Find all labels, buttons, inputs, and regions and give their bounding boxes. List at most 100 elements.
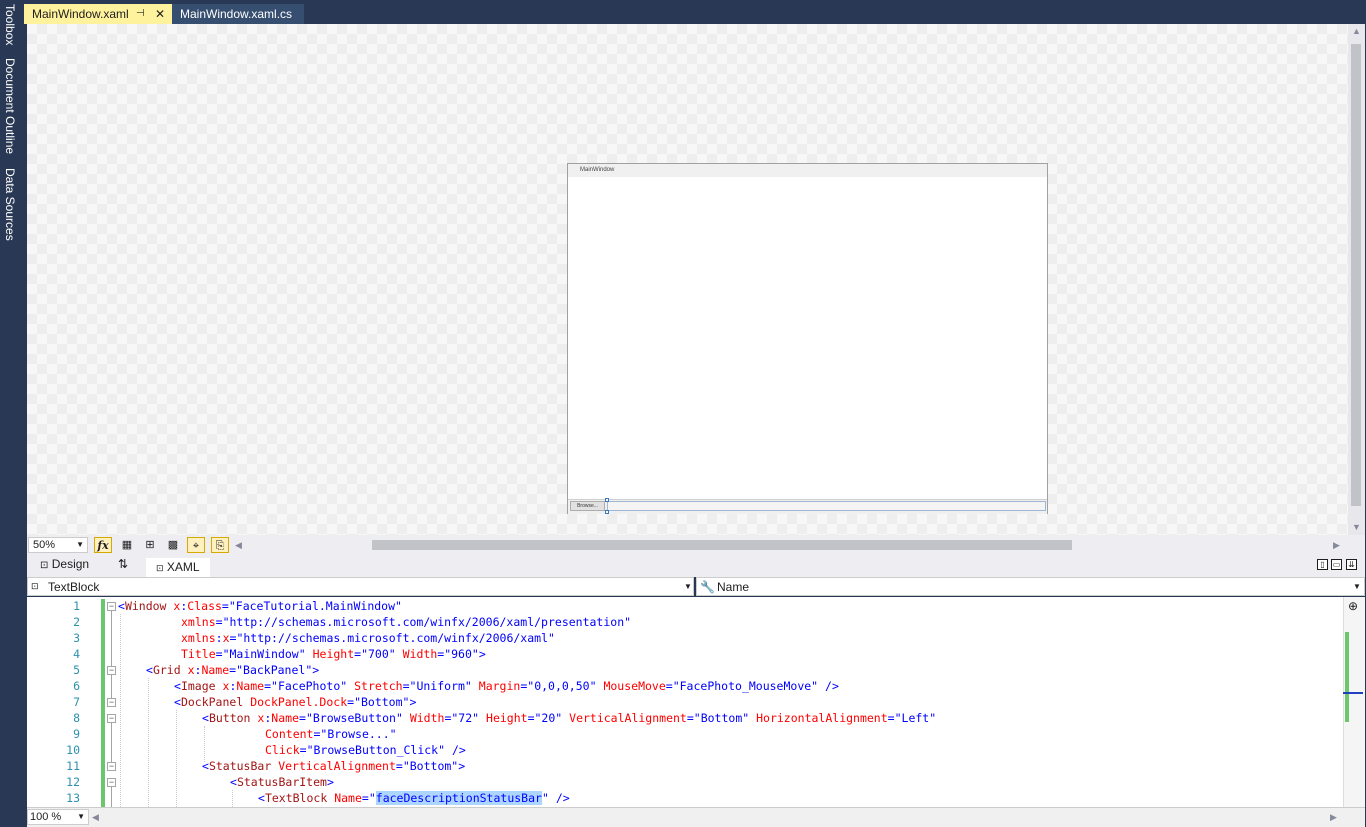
- code-line[interactable]: Content="Browse...": [265, 727, 397, 741]
- line-number: 11: [66, 759, 80, 773]
- indent-guide: [204, 726, 205, 762]
- scrollbar-change-marker: [1345, 632, 1349, 722]
- window-preview[interactable]: [567, 163, 1048, 514]
- wrench-icon: 🔧: [700, 580, 715, 594]
- editor-zoom-value: 100 %: [30, 811, 62, 823]
- selection-handle[interactable]: [605, 510, 609, 514]
- tab-label: MainWindow.xaml.cs: [180, 7, 293, 21]
- line-number: 4: [73, 647, 80, 661]
- line-number: 12: [66, 775, 80, 789]
- chevron-down-icon[interactable]: ▼: [684, 582, 692, 591]
- collapse-pane-icon[interactable]: ⇊: [1346, 559, 1357, 570]
- line-number: 7: [73, 695, 80, 709]
- line-number: 8: [73, 711, 80, 725]
- tab-mainwindow-xaml-cs[interactable]: MainWindow.xaml.cs: [172, 4, 304, 24]
- code-line[interactable]: <DockPanel DockPanel.Dock="Bottom">: [174, 695, 416, 709]
- fold-line: [111, 675, 112, 698]
- xaml-icon: ⊡: [156, 563, 164, 573]
- code-line[interactable]: <Window x:Class="FaceTutorial.MainWindow…: [118, 599, 402, 613]
- fold-line: [111, 723, 112, 762]
- code-line[interactable]: <Image x:Name="FacePhoto" Stretch="Unifo…: [174, 679, 839, 693]
- grid-icon[interactable]: ▦: [118, 537, 136, 553]
- split-editor-icon[interactable]: ⊕: [1348, 599, 1358, 613]
- editor-zoom-select[interactable]: 100 % ▼: [27, 809, 89, 825]
- preview-statusbar[interactable]: [607, 501, 1046, 511]
- scroll-left-icon[interactable]: ◀: [92, 812, 99, 823]
- element-nav-dropdown[interactable]: [27, 577, 694, 596]
- fold-line: [111, 611, 112, 666]
- collapse-icon[interactable]: −: [107, 714, 116, 723]
- code-line[interactable]: <StatusBarItem>: [230, 775, 334, 789]
- line-number: 13: [66, 791, 80, 805]
- data-sources-tab[interactable]: Data Sources: [3, 168, 17, 241]
- tab-xaml[interactable]: ⊡ XAML: [146, 558, 210, 577]
- member-nav-value: Name: [717, 580, 750, 594]
- code-line[interactable]: xmlns:x="http://schemas.microsoft.com/wi…: [181, 631, 555, 645]
- preview-browse-button[interactable]: Browse...: [570, 501, 605, 511]
- indent-guide: [232, 790, 233, 807]
- scroll-right-icon[interactable]: ▶: [1333, 540, 1340, 551]
- element-icon: ⊡: [31, 581, 39, 591]
- vertical-split-icon[interactable]: ▯: [1317, 559, 1328, 570]
- scroll-right-icon[interactable]: ▶: [1330, 812, 1337, 823]
- selection-handle[interactable]: [605, 498, 609, 502]
- code-line[interactable]: <Grid x:Name="BackPanel">: [146, 663, 319, 677]
- split-view-bar: [27, 555, 1365, 577]
- collapse-icon[interactable]: −: [107, 778, 116, 787]
- toolbox-tab[interactable]: Toolbox: [3, 4, 17, 45]
- chevron-down-icon: ▼: [77, 812, 85, 821]
- change-tracking-bar: [101, 599, 105, 807]
- scroll-up-icon[interactable]: ▲: [1352, 26, 1361, 36]
- designer-zoom-select[interactable]: 50% ▼: [28, 537, 88, 553]
- design-icon: ⊡: [40, 560, 49, 571]
- line-number: 9: [73, 727, 80, 741]
- code-line[interactable]: <Button x:Name="BrowseButton" Width="72"…: [202, 711, 936, 725]
- collapse-icon[interactable]: −: [107, 762, 116, 771]
- designer-vertical-scroll-thumb[interactable]: [1351, 44, 1361, 506]
- tab-mainwindow-xaml[interactable]: MainWindow.xaml ⊣ ✕: [24, 4, 172, 24]
- collapse-icon[interactable]: −: [107, 666, 116, 675]
- line-number: 1: [73, 599, 80, 613]
- line-number: 2: [73, 615, 80, 629]
- snap-lines-icon[interactable]: ⌖: [187, 537, 205, 553]
- line-number: 6: [73, 679, 80, 693]
- indent-guide: [176, 710, 177, 807]
- code-line[interactable]: Title="MainWindow" Height="700" Width="9…: [181, 647, 486, 661]
- member-nav-dropdown[interactable]: [696, 577, 1365, 596]
- fold-line: [111, 787, 112, 807]
- window-preview-titlebar: [568, 164, 1047, 177]
- code-line[interactable]: <StatusBar VerticalAlignment="Bottom">: [202, 759, 465, 773]
- tab-label: MainWindow.xaml: [32, 7, 129, 21]
- line-number: 10: [66, 743, 80, 757]
- code-line[interactable]: Click="BrowseButton_Click" />: [265, 743, 466, 757]
- chevron-down-icon: ▼: [76, 540, 84, 549]
- pin-icon[interactable]: ⊣: [136, 4, 145, 24]
- indent-guide: [120, 614, 121, 807]
- swap-icon[interactable]: ⇅: [118, 557, 128, 571]
- indent-guide: [148, 678, 149, 807]
- zoom-value: 50%: [33, 539, 56, 551]
- element-nav-value: TextBlock: [48, 580, 100, 594]
- tab-design[interactable]: ⊡ Design: [40, 557, 89, 571]
- artboard-icon[interactable]: ▩: [164, 537, 182, 553]
- code-line[interactable]: <TextBlock Name="faceDescriptionStatusBa…: [258, 791, 570, 805]
- scroll-down-icon[interactable]: ▼: [1352, 522, 1361, 532]
- chevron-down-icon[interactable]: ▼: [1353, 582, 1361, 591]
- editor-status-bar: [27, 807, 1365, 827]
- window-preview-title: MainWindow: [580, 167, 615, 173]
- left-tool-strip: Toolbox Document Outline Data Sources: [0, 0, 22, 827]
- formula-icon[interactable]: fx: [94, 537, 112, 553]
- scrollbar-caret-marker: [1343, 692, 1363, 694]
- code-line[interactable]: xmlns="http://schemas.microsoft.com/winf…: [181, 615, 631, 629]
- scroll-left-icon[interactable]: ◀: [235, 540, 242, 551]
- document-outline-tab[interactable]: Document Outline: [3, 58, 17, 154]
- project-code-icon[interactable]: ⎘: [211, 537, 229, 553]
- close-icon[interactable]: ✕: [155, 4, 165, 24]
- designer-horizontal-scroll-thumb[interactable]: [372, 540, 1072, 550]
- snap-grid-icon[interactable]: ⊞: [141, 537, 159, 553]
- line-number: 5: [73, 663, 80, 677]
- line-number: 3: [73, 631, 80, 645]
- horizontal-split-icon[interactable]: ▭: [1331, 559, 1342, 570]
- collapse-icon[interactable]: −: [107, 602, 116, 611]
- collapse-icon[interactable]: −: [107, 698, 116, 707]
